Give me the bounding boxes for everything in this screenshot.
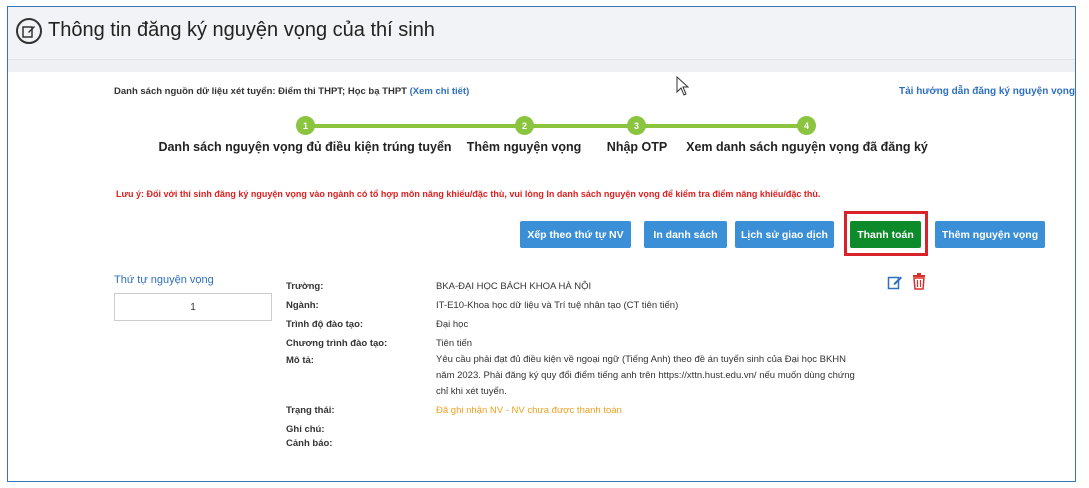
- wish-order-input[interactable]: 1: [114, 293, 272, 321]
- status-value: Đã ghi nhận NV - NV chưa được thanh toán: [436, 405, 622, 416]
- step-2-dot: 2: [515, 116, 534, 135]
- page-header: Thông tin đăng ký nguyện vọng của thí si…: [8, 7, 1075, 60]
- pay-button-highlight: [844, 211, 928, 256]
- add-wish-button[interactable]: Thêm nguyện vọng: [935, 221, 1045, 248]
- level-label: Trình độ đào tạo:: [286, 319, 364, 330]
- transaction-history-button[interactable]: Lịch sử giao dịch: [735, 221, 834, 248]
- page-title: Thông tin đăng ký nguyện vọng của thí si…: [48, 19, 435, 41]
- edit-icon[interactable]: [887, 274, 903, 290]
- step-4-label: Xem danh sách nguyện vọng đã đăng ký: [686, 140, 928, 154]
- school-value: BKA-ĐẠI HỌC BÁCH KHOA HÀ NỘI: [436, 281, 592, 292]
- step-3-label: Nhập OTP: [606, 140, 668, 154]
- step-1-label: Danh sách nguyện vọng đủ điều kiện trúng…: [158, 140, 452, 154]
- note-label: Ghi chú:: [286, 424, 325, 435]
- description-value: Yêu cầu phải đạt đủ điều kiện về ngoại n…: [436, 354, 855, 397]
- major-label: Ngành:: [286, 300, 319, 311]
- level-value: Đại học: [436, 319, 469, 330]
- warning-label: Cảnh báo:: [286, 438, 333, 449]
- status-label: Trạng thái:: [286, 405, 335, 416]
- progress-line: [298, 124, 806, 128]
- step-1-dot: 1: [296, 116, 315, 135]
- step-2-label: Thêm nguyện vọng: [466, 140, 582, 154]
- trash-icon[interactable]: [912, 273, 926, 290]
- download-guide-link[interactable]: Tải hướng dẫn đăng ký nguyện vọng: [899, 86, 1075, 97]
- edit-circle-icon: [16, 18, 42, 44]
- header-band: [8, 60, 1075, 72]
- print-list-button[interactable]: In danh sách: [644, 221, 727, 248]
- data-source-text: Danh sách nguồn dữ liệu xét tuyển: Điểm …: [114, 86, 470, 97]
- wish-order-title: Thứ tự nguyện vọng: [114, 274, 214, 286]
- step-4-dot: 4: [797, 116, 816, 135]
- school-label: Trường:: [286, 281, 324, 292]
- program-value: Tiên tiến: [436, 338, 473, 349]
- description-label: Mô tả:: [286, 355, 314, 366]
- view-details-link[interactable]: (Xem chi tiết): [410, 86, 470, 97]
- warning-note: Lưu ý: Đối với thí sinh đăng ký nguyện v…: [116, 189, 821, 199]
- program-label: Chương trình đào tạo:: [286, 338, 388, 349]
- mouse-cursor-icon: [676, 76, 690, 96]
- step-3-dot: 3: [627, 116, 646, 135]
- sort-by-order-button[interactable]: Xếp theo thứ tự NV: [520, 221, 631, 248]
- major-value: IT-E10-Khoa học dữ liệu và Trí tuệ nhân …: [436, 300, 679, 311]
